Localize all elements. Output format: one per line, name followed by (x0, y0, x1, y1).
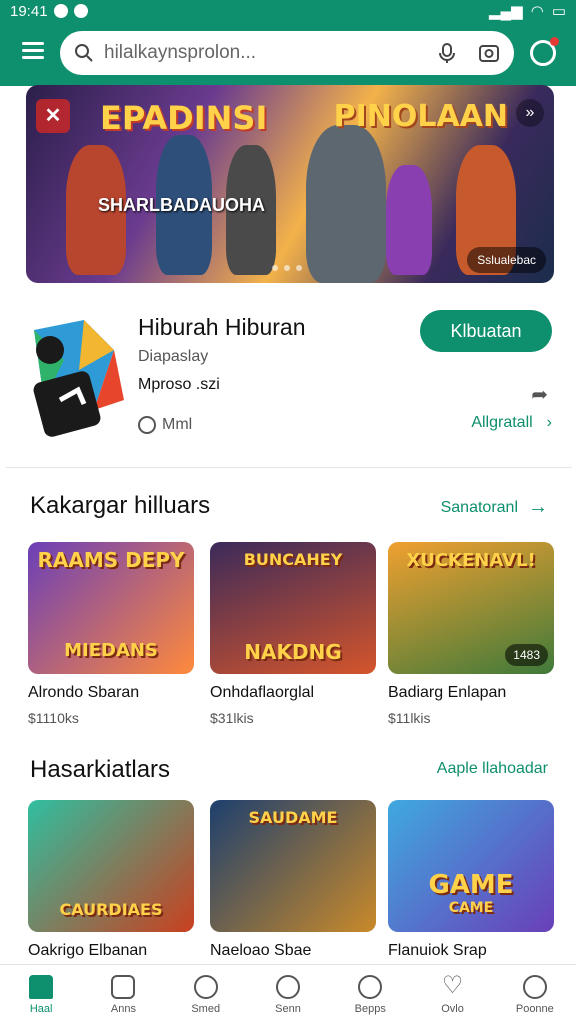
camera-icon[interactable] (478, 42, 500, 64)
game-card[interactable]: SAUDAME Naeloao Sbae (210, 800, 376, 960)
share-icon[interactable]: ➦ (531, 382, 548, 407)
search-placeholder: hilalkaynsprolon... (104, 42, 257, 63)
game-price: $11lkis (388, 710, 431, 726)
banner-caption: SHARLBADAUOHA (98, 195, 265, 215)
section-link-label: Aaple llahoadar (436, 760, 548, 777)
arrow-right-icon: → (528, 496, 548, 518)
nav-item-favorites[interactable]: ♡ Ovlo (411, 965, 493, 1024)
app-meta-text: Mml (162, 416, 193, 433)
app-meta: Mml (138, 416, 192, 434)
game-thumbnail: XUCKENAVL! 1483 (388, 542, 554, 674)
search-input[interactable]: hilalkaynsprolon... (60, 31, 514, 75)
compass-icon (275, 974, 300, 999)
game-card[interactable]: CAURDIAES Oakrigo Elbanan (28, 800, 194, 960)
nav-item-apps[interactable]: Anns (82, 965, 164, 1024)
game-price: $1110ks (28, 710, 79, 726)
notification-dot-icon-2 (73, 4, 88, 18)
notification-dot-icon (53, 4, 68, 18)
banner-title-left: EPADINSI (100, 99, 268, 137)
section-link-label: Sanatoranl (440, 498, 518, 516)
apps-icon (111, 974, 136, 999)
notification-bell-icon[interactable] (530, 37, 559, 66)
wifi-icon: ◠ (530, 3, 544, 20)
banner-character-4 (386, 165, 432, 275)
group-icon (358, 974, 383, 999)
app-subtitle: Diapaslay (138, 348, 209, 365)
game-name: Flanuiok Srap (388, 942, 487, 959)
game-thumb-title: SAUDAME (248, 808, 338, 827)
home-icon (29, 974, 54, 999)
featured-app-card: Hiburah Hiburan Diapaslay Mproso .szi Mm… (6, 290, 572, 468)
all-link-label: Allgratall (471, 414, 533, 431)
game-name: Badiarg Enlapan (388, 684, 507, 701)
game-thumbnail: CAURDIAES (28, 800, 194, 932)
game-thumb-title: BUNCAHEY (243, 550, 343, 569)
game-card[interactable]: RAAMS DEPY MIEDANS Alrondo Sbaran $1110k… (28, 542, 194, 726)
all-link[interactable]: Allgratall › (471, 414, 552, 432)
game-thumb-sub: MIEDANS (64, 640, 158, 661)
banner-tag[interactable]: Sslualebac (467, 247, 546, 273)
game-name: Alrondo Sbaran (28, 684, 140, 701)
app-logo-icon (33, 320, 124, 437)
profile-icon (193, 974, 218, 999)
status-time: 19:41 (10, 2, 48, 20)
mic-icon[interactable] (436, 42, 458, 64)
nav-label: Senn (275, 1002, 301, 1015)
game-thumbnail: GAME CAME (388, 800, 554, 932)
game-card[interactable]: BUNCAHEY NAKDNG Onhdaflaorglal $31lkis (210, 542, 376, 726)
game-thumb-title: CAURDIAES (59, 900, 163, 919)
next-arrow-icon[interactable]: » (516, 99, 544, 127)
notification-badge (550, 37, 559, 46)
section-title-1: Kakargar hilluars (30, 492, 211, 519)
nav-item-profile[interactable]: Smed (165, 965, 247, 1024)
game-card[interactable]: XUCKENAVL! 1483 Badiarg Enlapan $11lkis (388, 542, 554, 726)
nav-item-compass[interactable]: Senn (247, 965, 329, 1024)
nav-label: Poonne (515, 1002, 554, 1015)
nav-item-info[interactable]: Poonne (494, 965, 576, 1024)
nav-label: Ovlo (441, 1002, 464, 1015)
nav-label: Bepps (354, 1002, 386, 1015)
game-name: Onhdaflaorglal (210, 684, 315, 701)
carousel-dots (272, 265, 302, 271)
search-icon (75, 44, 93, 62)
game-price: $31lkis (210, 710, 254, 726)
nav-item-group[interactable]: Bepps (329, 965, 411, 1024)
clock-icon (138, 416, 156, 434)
top-bar: hilalkaynsprolon... (0, 22, 576, 86)
hero-banner[interactable]: ✕ EPADINSI PINOLAAN » SHARLBADAUOHA Sslu… (26, 85, 554, 283)
nav-label: Haal (29, 1002, 53, 1015)
install-button[interactable]: Klbuatan (420, 310, 552, 352)
game-thumbnail: SAUDAME (210, 800, 376, 932)
game-name: Oakrigo Elbanan (28, 942, 148, 959)
status-bar: 19:41 ▂▄▆ ◠ ▭ (0, 0, 576, 22)
info-icon (522, 974, 547, 999)
section-link-1[interactable]: Sanatoranl → (441, 496, 548, 519)
banner-wolf-character (306, 125, 386, 283)
nav-item-home[interactable]: Haal (0, 965, 82, 1024)
game-thumb-sub: CAME (448, 900, 494, 916)
section-title-2: Hasarkiatlars (30, 756, 171, 783)
banner-title-right: PINOLAAN (333, 99, 508, 134)
game-thumb-title: RAAMS DEPY (37, 548, 185, 572)
nav-label: Anns (110, 1002, 136, 1015)
game-thumb-title: XUCKENAVL! (406, 550, 536, 571)
game-card[interactable]: GAME CAME Flanuiok Srap (388, 800, 554, 960)
game-name: Naeloao Sbae (210, 942, 312, 959)
game-thumbnail: BUNCAHEY NAKDNG (210, 542, 376, 674)
nav-label: Smed (191, 1002, 221, 1015)
signal-icon: ▂▄▆ (489, 3, 523, 20)
menu-icon[interactable] (22, 42, 44, 60)
chevron-right-icon: › (546, 414, 552, 431)
game-thumb-title: GAME (428, 870, 514, 900)
close-icon[interactable]: ✕ (36, 99, 70, 133)
bottom-nav: Haal Anns Smed Senn Bepps ♡ Ovlo Poonne (0, 964, 576, 1024)
game-thumb-sub: NAKDNG (244, 640, 342, 664)
game-badge: 1483 (505, 644, 548, 666)
game-thumbnail: RAAMS DEPY MIEDANS (28, 542, 194, 674)
battery-icon: ▭ (551, 3, 566, 20)
section-link-2[interactable]: Aaple llahoadar (437, 760, 548, 778)
heart-icon: ♡ (441, 971, 464, 999)
app-title: Hiburah Hiburan (138, 314, 306, 340)
app-publisher: Mproso .szi (138, 376, 220, 393)
